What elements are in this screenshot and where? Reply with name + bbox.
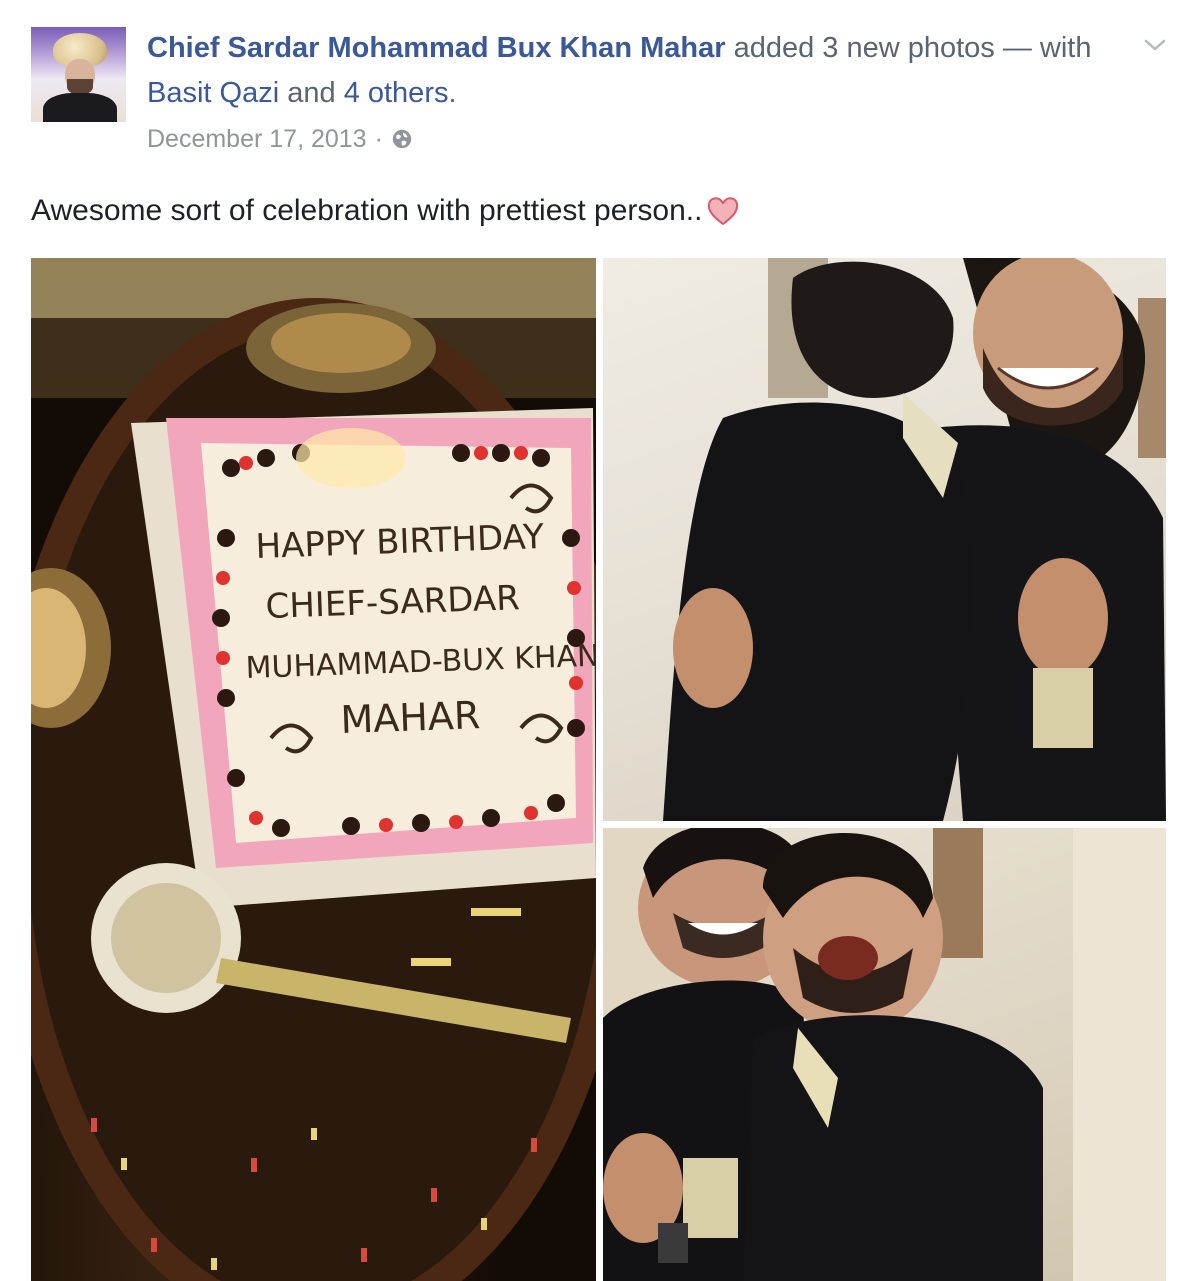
author-avatar[interactable]	[31, 27, 126, 122]
tagged-person-link[interactable]: Basit Qazi	[147, 77, 279, 109]
post-timestamp[interactable]: December 17, 2013	[147, 122, 367, 156]
post-caption: Awesome sort of celebration with prettie…	[31, 191, 740, 231]
globe-icon[interactable]	[391, 128, 413, 150]
cake-line-4: MAHAR	[340, 693, 481, 742]
facebook-post: Chief Sardar Mohammad Bux Khan Mahar add…	[0, 0, 1200, 1281]
laugh-photo-art	[603, 828, 1166, 1281]
chevron-down-icon[interactable]	[1140, 30, 1170, 60]
heart-icon	[708, 197, 739, 226]
post-header: Chief Sardar Mohammad Bux Khan Mahar add…	[147, 26, 1107, 116]
timestamp-separator: ·	[374, 125, 383, 153]
and-text: and	[287, 77, 336, 109]
photo-birthday-cake[interactable]: HAPPY BIRTHDAY CHIEF-SARDAR MUHAMMAD-BUX…	[31, 258, 596, 1281]
caption-text: Awesome sort of celebration with prettie…	[31, 194, 703, 227]
header-period: .	[448, 77, 457, 109]
cake-photo-art: HAPPY BIRTHDAY CHIEF-SARDAR MUHAMMAD-BUX…	[31, 258, 596, 1281]
hug-photo-art	[663, 258, 1166, 821]
photo-two-men-laughing[interactable]	[603, 828, 1166, 1281]
action-text: added 3 new photos — with	[733, 32, 1092, 64]
author-name-link[interactable]: Chief Sardar Mohammad Bux Khan Mahar	[147, 32, 726, 64]
avatar-coat	[43, 93, 117, 122]
others-link[interactable]: 4 others	[344, 77, 449, 109]
timestamp-row: December 17, 2013 ·	[147, 122, 413, 156]
photo-two-men-hugging[interactable]	[603, 258, 1166, 821]
